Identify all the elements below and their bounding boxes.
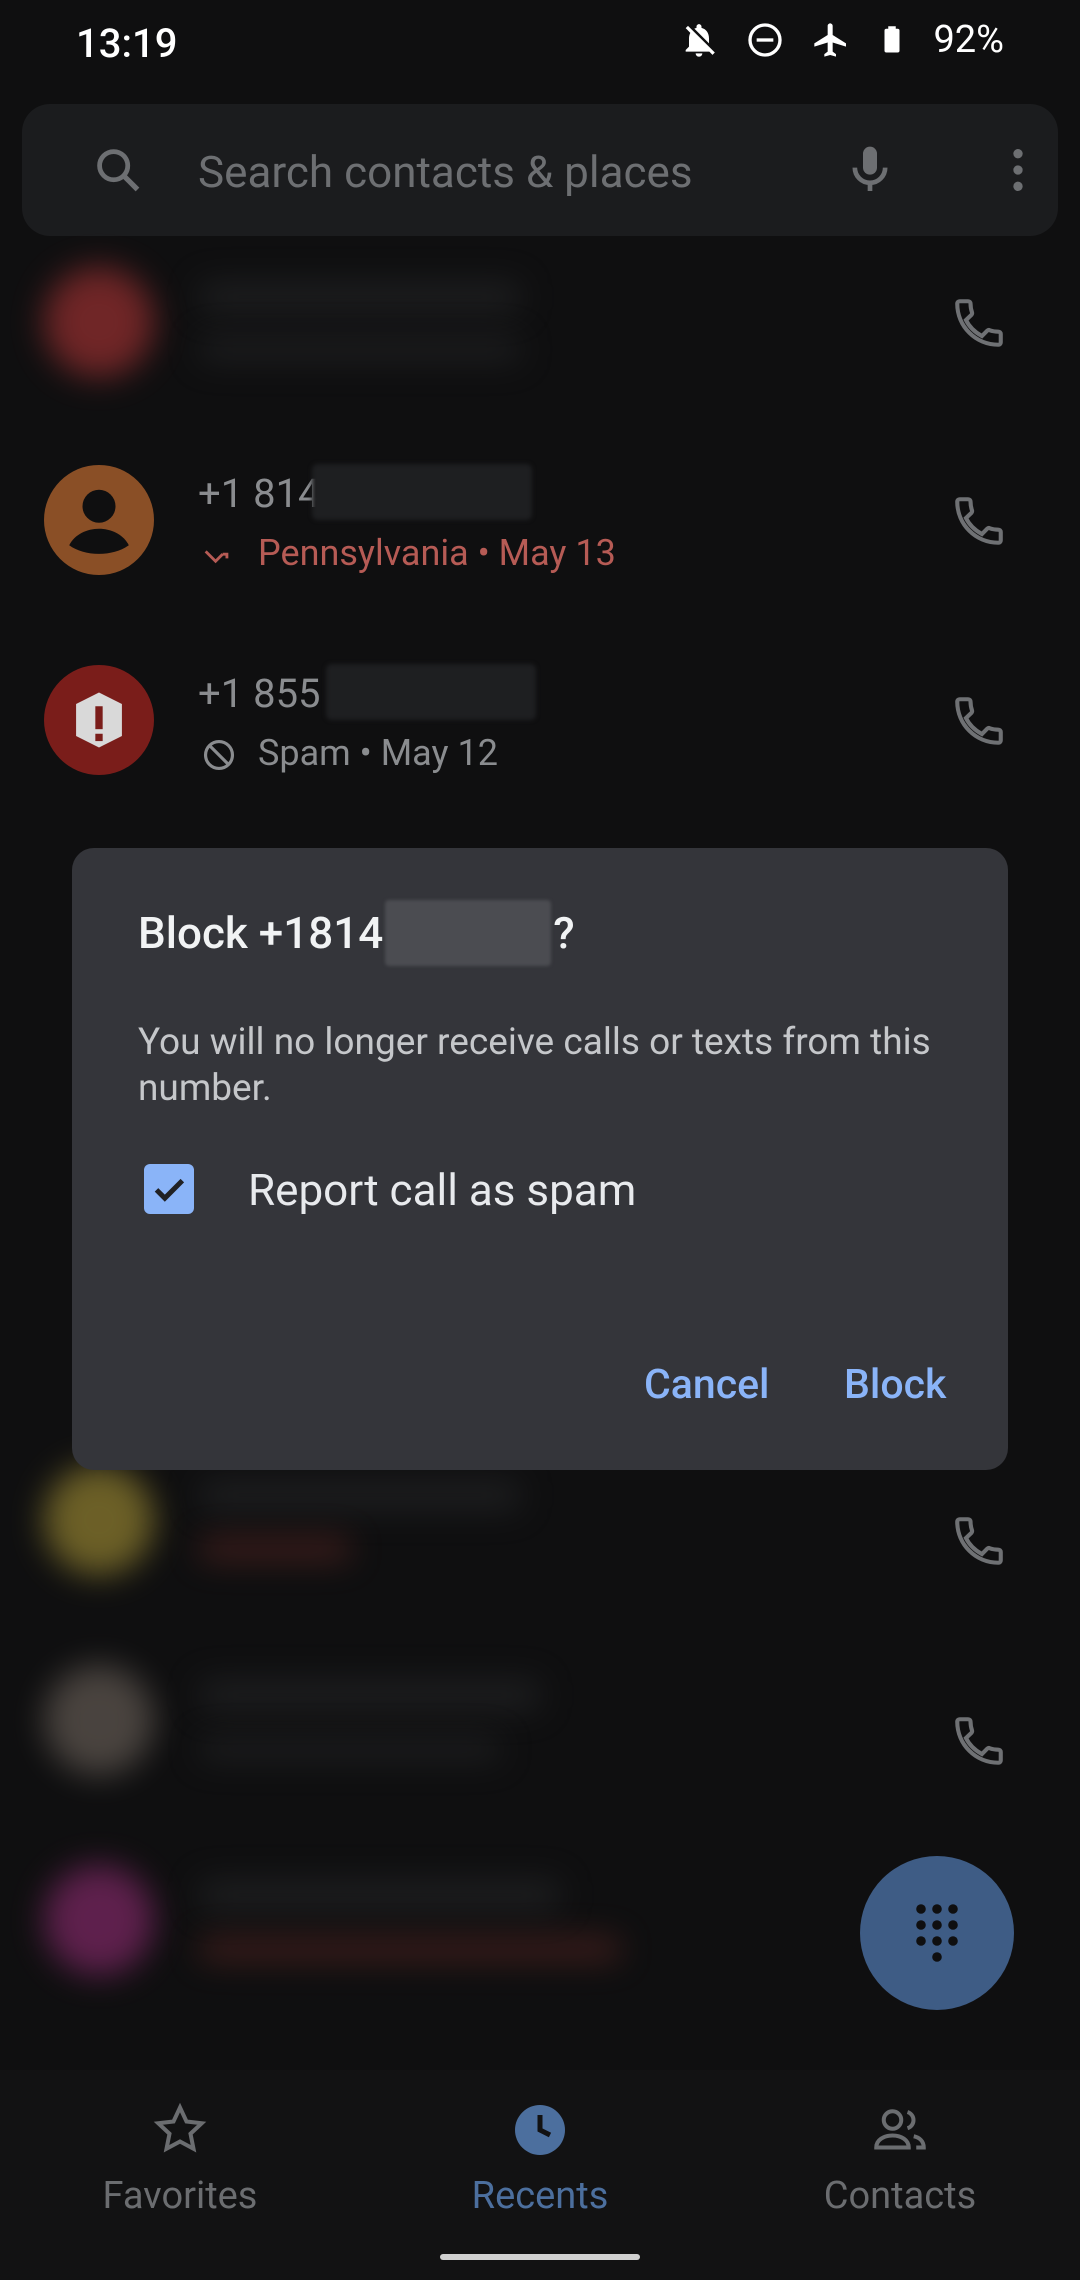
report-spam-checkbox[interactable] <box>144 1164 194 1214</box>
redacted-name <box>200 282 520 312</box>
nav-favorites[interactable]: Favorites <box>0 2100 360 2218</box>
star-icon <box>153 2102 207 2153</box>
phone-icon[interactable] <box>950 1712 1008 1770</box>
search-input[interactable]: Search contacts & places <box>198 146 693 198</box>
phone-icon[interactable] <box>950 294 1008 352</box>
more-options-icon[interactable] <box>990 142 1046 198</box>
dialpad-button[interactable] <box>860 1856 1014 2010</box>
avatar <box>44 1465 154 1575</box>
battery-icon <box>884 26 900 53</box>
person-icon <box>69 489 129 554</box>
block-icon <box>203 739 235 771</box>
nav-label: Recents <box>471 2174 609 2218</box>
redacted-detail <box>200 1538 350 1560</box>
phone-icon[interactable] <box>950 1512 1008 1570</box>
avatar <box>44 267 154 377</box>
caller-number: +1 855 <box>198 670 321 717</box>
home-indicator[interactable] <box>440 2254 640 2260</box>
clock-icon <box>515 2105 565 2155</box>
avatar <box>44 665 154 775</box>
block-button[interactable]: Block <box>838 1360 952 1410</box>
dialpad-icon <box>916 1904 958 1962</box>
dialog-message: You will no longer receive calls or text… <box>138 1021 931 1110</box>
phone-icon[interactable] <box>950 692 1008 750</box>
bell-off-icon <box>686 24 716 57</box>
call-log-row[interactable] <box>0 222 1080 422</box>
call-log-row[interactable] <box>0 1620 1080 1820</box>
report-spam-label[interactable]: Report call as spam <box>248 1164 636 1216</box>
status-time: 13:19 <box>76 20 178 67</box>
do-not-disturb-icon <box>748 23 783 57</box>
avatar <box>44 1665 154 1775</box>
battery-percent: 92% <box>933 18 1004 62</box>
dialog-title-text: Block +1814 <box>138 907 384 959</box>
nav-label: Contacts <box>823 2174 977 2218</box>
redacted-number <box>385 900 552 966</box>
cancel-button[interactable]: Cancel <box>638 1360 776 1410</box>
avatar <box>44 1865 154 1975</box>
nav-contacts[interactable]: Contacts <box>720 2100 1080 2218</box>
redacted-detail <box>200 1738 500 1760</box>
avatar <box>44 465 154 575</box>
checkmark-icon <box>154 1178 185 1202</box>
phone-icon[interactable] <box>950 492 1008 550</box>
mic-icon[interactable] <box>842 142 898 198</box>
status-icons: 92% <box>679 18 1004 62</box>
dialog-title: Block +1814 ? <box>138 900 575 966</box>
redacted-detail <box>200 1938 620 1960</box>
search-icon <box>97 149 140 192</box>
redacted-name <box>200 1680 540 1710</box>
redacted-number <box>326 664 536 720</box>
redacted-name <box>200 1480 520 1510</box>
dialog-title-suffix: ? <box>553 907 575 959</box>
search-bar[interactable]: Search contacts & places <box>22 104 1058 236</box>
call-detail: Spam • May 12 <box>258 732 498 774</box>
spam-alert-icon <box>76 692 122 748</box>
call-detail: Pennsylvania • May 13 <box>258 532 616 574</box>
block-number-dialog: Block +1814 ? You will no longer receive… <box>72 848 1008 1470</box>
redacted-detail <box>200 337 520 361</box>
call-log-row[interactable]: +1 855 Spam • May 12 <box>0 620 1080 820</box>
redacted-name <box>200 1880 560 1910</box>
call-log-row[interactable]: +1 814 Pennsylvania • May 13 <box>0 420 1080 620</box>
nav-label: Favorites <box>102 2174 258 2218</box>
airplane-mode-icon <box>814 23 847 57</box>
bottom-navigation: Favorites Recents Contacts <box>0 2070 1080 2280</box>
caller-number: +1 814 <box>198 470 321 517</box>
redacted-number <box>312 464 532 520</box>
missed-call-icon <box>204 550 229 564</box>
status-bar: 13:19 92% <box>0 0 1080 90</box>
people-icon <box>874 2109 926 2150</box>
nav-recents[interactable]: Recents <box>360 2100 720 2218</box>
